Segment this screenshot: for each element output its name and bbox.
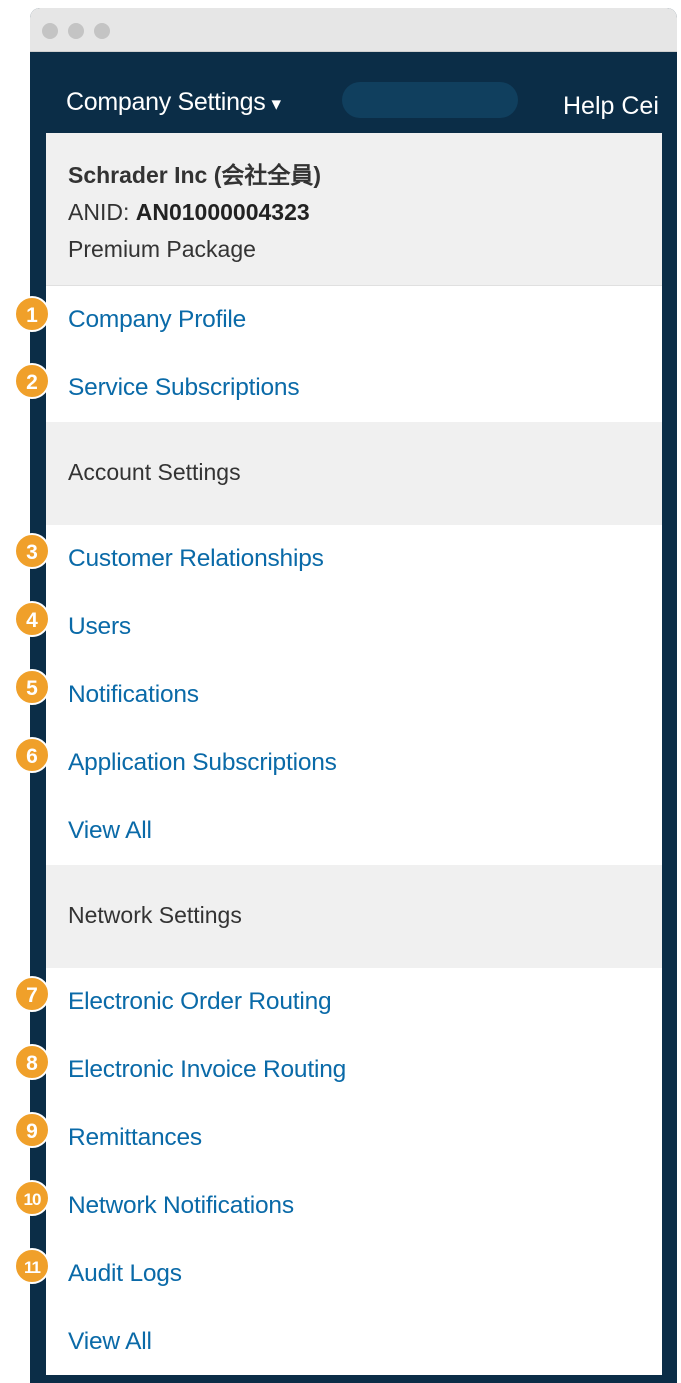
- menu-item-remittances[interactable]: Remittances: [46, 1104, 662, 1172]
- menu-item-application-subscriptions[interactable]: Application Subscriptions: [46, 729, 662, 797]
- minimize-window-dot[interactable]: [68, 23, 84, 39]
- zoom-window-dot[interactable]: [94, 23, 110, 39]
- menu-item-notifications[interactable]: Notifications: [46, 661, 662, 729]
- menu-item-audit-logs[interactable]: Audit Logs: [46, 1240, 662, 1308]
- menu-item-network-view-all[interactable]: View All: [46, 1308, 662, 1375]
- search-pill[interactable]: [342, 82, 518, 118]
- company-info: Schrader Inc (会社全員) ANID: AN01000004323 …: [46, 133, 662, 286]
- browser-window: Company Settings ▾ Help Cei Schrader Inc …: [30, 8, 677, 1383]
- menu-item-users[interactable]: Users: [46, 593, 662, 661]
- chevron-down-icon: ▾: [271, 94, 281, 115]
- menu-item-customer-relationships[interactable]: Customer Relationships: [46, 525, 662, 593]
- menu-item-electronic-order-routing[interactable]: Electronic Order Routing: [46, 968, 662, 1036]
- anid-value: AN01000004323: [135, 199, 310, 225]
- company-settings-menu[interactable]: Company Settings ▾: [66, 88, 281, 117]
- company-settings-label: Company Settings: [66, 88, 266, 116]
- company-name: Schrader Inc (会社全員): [68, 162, 322, 188]
- section-heading-network-settings: Network Settings: [46, 865, 662, 968]
- top-navbar: Company Settings ▾ Help Cei: [30, 52, 677, 134]
- window-titlebar: [30, 8, 677, 52]
- company-package: Premium Package: [68, 236, 256, 262]
- anid-label: ANID:: [68, 199, 136, 225]
- company-settings-dropdown: Schrader Inc (会社全員) ANID: AN01000004323 …: [46, 133, 662, 1375]
- close-window-dot[interactable]: [42, 23, 58, 39]
- menu-item-company-profile[interactable]: Company Profile: [46, 286, 662, 354]
- menu-item-service-subscriptions[interactable]: Service Subscriptions: [46, 354, 662, 422]
- section-heading-account-settings: Account Settings: [46, 422, 662, 525]
- company-anid: ANID: AN01000004323: [68, 194, 640, 231]
- menu-item-account-view-all[interactable]: View All: [46, 797, 662, 865]
- menu-item-network-notifications[interactable]: Network Notifications: [46, 1172, 662, 1240]
- help-center-link[interactable]: Help Cei: [563, 92, 659, 121]
- menu-item-electronic-invoice-routing[interactable]: Electronic Invoice Routing: [46, 1036, 662, 1104]
